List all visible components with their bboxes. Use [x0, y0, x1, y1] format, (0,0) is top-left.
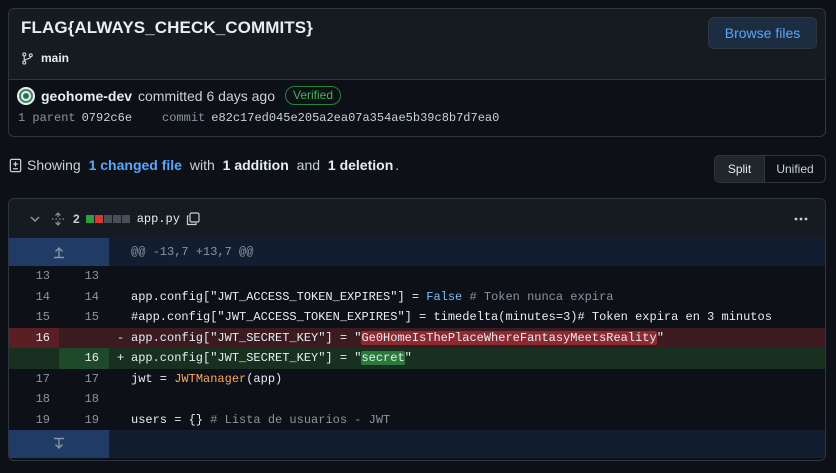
diff-summary: Showing 1 changed file with 1 addition a… [8, 157, 399, 173]
verified-badge[interactable]: Verified [284, 86, 342, 105]
old-line-number[interactable]: 14 [9, 287, 59, 308]
new-line-number[interactable]: 16 [59, 348, 109, 369]
commit-label: commit [162, 111, 206, 125]
parent-label: 1 parent [18, 111, 76, 125]
diffstat-block [94, 214, 103, 223]
new-line-number[interactable]: 17 [59, 369, 109, 390]
chevron-down-icon[interactable] [29, 213, 41, 225]
diff-line: 14 14 app.config["JWT_ACCESS_TOKEN_EXPIR… [9, 287, 825, 308]
old-line-number[interactable]: 15 [9, 307, 59, 328]
copy-icon[interactable] [186, 211, 200, 226]
code-line: app.config["JWT_SECRET_KEY"] = "Ge0HomeI… [131, 330, 664, 345]
diff-line: 19 19 users = {} # Lista de usuarios - J… [9, 410, 825, 431]
old-line-number[interactable]: 17 [9, 369, 59, 390]
additions-count: 1 addition [222, 157, 289, 173]
file-diff: 2 app.py @@ -13,7 +13,7 @@ 13 13 14 14 a… [8, 198, 826, 461]
diff-line: 18 18 [9, 389, 825, 410]
old-line-number[interactable]: 19 [9, 410, 59, 431]
new-line-number[interactable]: 19 [59, 410, 109, 431]
diff-line: 17 17 jwt = JWTManager(app) [9, 369, 825, 390]
code-line: users = {} # Lista de usuarios - JWT [131, 412, 391, 427]
split-view-button[interactable]: Split [715, 156, 765, 182]
git-branch-icon [22, 51, 33, 65]
code-line: app.config["JWT_SECRET_KEY"] = "secret" [131, 351, 412, 365]
file-name[interactable]: app.py [137, 212, 180, 226]
file-diff-icon [9, 158, 22, 172]
diff-line: 13 13 [9, 266, 825, 287]
browse-files-button[interactable]: Browse files [708, 17, 817, 49]
author-row: geohome-dev committed 6 days ago Verifie… [17, 86, 342, 105]
commit-box: FLAG{ALWAYS_CHECK_COMMITS} main Browse f… [8, 8, 826, 137]
new-line-number[interactable]: 18 [59, 389, 109, 410]
summary-showing: Showing [27, 157, 81, 173]
old-line-number[interactable]: 18 [9, 389, 59, 410]
new-line-number[interactable]: 13 [59, 266, 109, 287]
avatar[interactable] [17, 86, 35, 105]
new-line-number[interactable]: 14 [59, 287, 109, 308]
old-line-number[interactable]: 16 [9, 327, 59, 348]
expand-down-button[interactable] [9, 430, 109, 458]
expand-up-icon [54, 247, 64, 259]
diffstat-block [103, 214, 112, 223]
more-options-icon[interactable] [793, 212, 809, 226]
committed-time: committed 6 days ago [138, 87, 275, 104]
author-link[interactable]: geohome-dev [41, 88, 132, 104]
summary-period: . [395, 157, 400, 173]
branch-name: main [41, 51, 70, 65]
new-line-number[interactable]: 15 [59, 307, 109, 328]
unified-view-button[interactable]: Unified [765, 156, 825, 182]
hunk-header: @@ -13,7 +13,7 @@ [131, 245, 254, 259]
branch-indicator[interactable]: main [21, 51, 69, 65]
deletions-count: 1 deletion [327, 157, 394, 173]
old-line-number[interactable]: 13 [9, 266, 59, 287]
commit-sha: e82c17ed045e205a2ea07a354ae5b39c8b7d7ea0 [211, 111, 500, 125]
commit-title: FLAG{ALWAYS_CHECK_COMMITS} [21, 18, 313, 37]
hunk-header-row: @@ -13,7 +13,7 @@ [9, 238, 825, 266]
added-line: 16 + app.config["JWT_SECRET_KEY"] = "sec… [9, 348, 825, 369]
summary-and: and [296, 157, 321, 173]
code-line: jwt = JWTManager(app) [131, 371, 283, 386]
code-line: app.config["JWT_ACCESS_TOKEN_EXPIRES"] =… [131, 289, 614, 304]
expand-down-row [9, 430, 825, 458]
deleted-line: 16 - app.config["JWT_SECRET_KEY"] = "Ge0… [9, 327, 825, 348]
change-count: 2 [73, 211, 80, 226]
diffstat-block [121, 214, 130, 223]
added-secret: secret [361, 351, 405, 365]
diff-line: 15 15 #app.config["JWT_ACCESS_TOKEN_EXPI… [9, 307, 825, 328]
diff-table: @@ -13,7 +13,7 @@ 13 13 14 14 app.config… [9, 238, 825, 458]
unfold-icon[interactable] [51, 211, 65, 226]
deleted-secret: Ge0HomeIsThePlaceWhereFantasyMeetsRealit… [361, 330, 657, 345]
code-line: #app.config["JWT_ACCESS_TOKEN_EXPIRES"] … [131, 310, 772, 324]
expand-down-icon [54, 437, 64, 449]
diff-view-toggle: Split Unified [714, 155, 826, 183]
commit-header: FLAG{ALWAYS_CHECK_COMMITS} main Browse f… [9, 9, 825, 80]
expand-up-button[interactable] [9, 238, 109, 266]
commit-meta: 1 parent 0792c6e commit e82c17ed045e205a… [18, 111, 499, 125]
parent-sha-link[interactable]: 0792c6e [82, 111, 132, 125]
summary-with: with [189, 157, 215, 173]
changed-files-link[interactable]: 1 changed file [89, 157, 182, 173]
diffstat-block [85, 214, 94, 223]
diffstat-blocks [85, 214, 130, 223]
diffstat-block [112, 214, 121, 223]
file-header: 2 app.py [9, 199, 825, 239]
